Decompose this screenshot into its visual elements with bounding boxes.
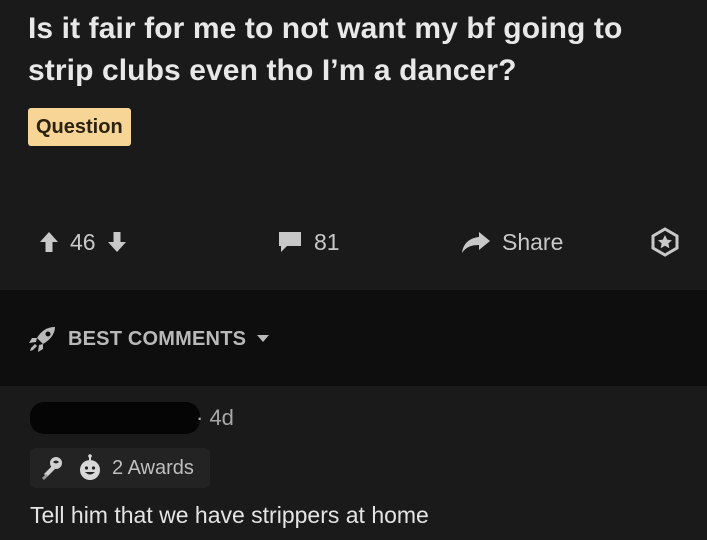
post-title: Is it fair for me to not want my bf goin… (28, 12, 623, 87)
vote-score: 46 (70, 228, 96, 255)
comments-button[interactable]: 81 (276, 220, 340, 264)
comment: · 4d 2 Awards Tell him that we have stri… (0, 386, 707, 540)
upvote-icon[interactable] (38, 230, 60, 254)
comments-count: 81 (314, 228, 340, 255)
awards-label: 2 Awards (112, 456, 194, 479)
post: Is it fair for me to not want my bf goin… (0, 0, 707, 290)
downvote-icon[interactable] (106, 230, 128, 254)
sort-dropdown[interactable]: BEST COMMENTS (28, 322, 270, 356)
share-button[interactable]: Share (460, 220, 563, 264)
comment-awards[interactable]: 2 Awards (30, 448, 210, 488)
award-rose-icon (38, 454, 68, 482)
post-actions: 46 81 Share (0, 220, 707, 264)
share-icon (460, 229, 492, 255)
comment-body: Tell him that we have strippers at home (30, 502, 429, 528)
post-flair[interactable]: Question (28, 108, 131, 146)
award-button[interactable] (650, 220, 680, 264)
chevron-down-icon (256, 334, 270, 344)
comment-icon (276, 229, 304, 255)
rocket-icon (28, 325, 58, 353)
comment-meta: · 4d (196, 405, 234, 430)
award-face-icon (76, 454, 104, 482)
redacted-username (30, 402, 200, 434)
sort-label: BEST COMMENTS (68, 327, 247, 350)
comments-sort-bar: BEST COMMENTS (0, 290, 707, 386)
award-icon (650, 227, 680, 257)
vote-group: 46 (38, 220, 128, 264)
share-label: Share (502, 228, 564, 255)
